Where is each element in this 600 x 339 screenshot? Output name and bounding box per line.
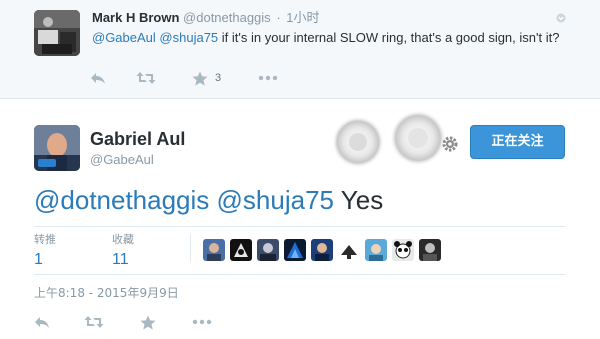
retweets-count[interactable]: 1 — [34, 249, 56, 271]
spinner-graphic — [332, 110, 446, 168]
tweet-body: Yes — [340, 185, 384, 215]
reply-time[interactable]: 1小时 — [286, 10, 319, 25]
favorite-count: 3 — [215, 72, 222, 84]
favoriter-avatar[interactable] — [338, 239, 360, 261]
following-button[interactable]: 正在关注 — [470, 125, 565, 159]
gear-icon[interactable] — [441, 135, 459, 153]
retweet-icon — [84, 316, 104, 328]
reply-button[interactable] — [90, 70, 106, 86]
favorite-icon — [192, 71, 208, 85]
reply-icon — [91, 73, 105, 84]
favoriter-avatar[interactable] — [419, 239, 441, 261]
separator-dot: · — [276, 10, 281, 25]
reply-author-name[interactable]: Mark H Brown — [92, 10, 179, 25]
reply-icon — [35, 317, 49, 328]
favorites-label: 收藏 — [112, 233, 134, 246]
more-icon — [192, 319, 212, 325]
tweet-author-handle[interactable]: @GabeAul — [90, 152, 154, 168]
reply-body: if it's in your internal SLOW ring, that… — [218, 30, 560, 45]
more-button[interactable] — [258, 70, 278, 86]
favoriter-avatar[interactable] — [257, 239, 279, 261]
retweet-button[interactable] — [136, 70, 156, 86]
retweets-label: 转推 — [34, 233, 56, 246]
favoriter-avatar[interactable] — [392, 239, 414, 261]
tweet-timestamp[interactable]: 上午8:18 - 2015年9月9日 — [34, 286, 179, 300]
favorites-count[interactable]: 11 — [112, 249, 134, 271]
retweet-icon — [136, 72, 156, 84]
mention-link[interactable]: @dotnethaggis — [34, 185, 209, 215]
mention-link[interactable]: @GabeAul — [92, 30, 156, 45]
reply-tweet[interactable]: Mark H Brown @dotnethaggis · 1小时 @GabeAu… — [0, 0, 600, 99]
divider — [190, 234, 191, 262]
favorites-stat[interactable]: 收藏 11 — [112, 233, 134, 271]
mention-link[interactable]: @shuja75 — [217, 185, 334, 215]
mention-link[interactable]: @shuja75 — [159, 30, 218, 45]
favoriter-avatar[interactable] — [284, 239, 306, 261]
reply-author-avatar[interactable] — [34, 10, 80, 56]
more-button[interactable] — [192, 314, 212, 330]
tweet-author-name[interactable]: Gabriel Aul — [90, 129, 185, 149]
favoriter-avatar[interactable] — [203, 239, 225, 261]
divider — [34, 226, 566, 227]
favorite-button[interactable] — [140, 314, 156, 330]
divider — [34, 274, 566, 275]
favoriter-avatar[interactable] — [230, 239, 252, 261]
favoriter-avatar[interactable] — [311, 239, 333, 261]
reply-text: @GabeAul @shuja75 if it's in your intern… — [92, 29, 572, 46]
retweets-stat[interactable]: 转推 1 — [34, 233, 56, 271]
reply-button[interactable] — [34, 314, 50, 330]
retweet-button[interactable] — [84, 314, 104, 330]
favorite-button[interactable]: 3 — [192, 70, 221, 86]
caret-down-icon[interactable] — [556, 13, 566, 23]
tweet-text: @dotnethaggis @shuja75 Yes — [34, 184, 383, 216]
tweet-author-avatar[interactable] — [34, 125, 80, 171]
favoriter-avatar[interactable] — [365, 239, 387, 261]
reply-header: Mark H Brown @dotnethaggis · 1小时 — [92, 10, 320, 26]
favorite-icon — [140, 315, 156, 329]
reply-author-handle[interactable]: @dotnethaggis — [183, 10, 271, 25]
more-icon — [258, 75, 278, 81]
